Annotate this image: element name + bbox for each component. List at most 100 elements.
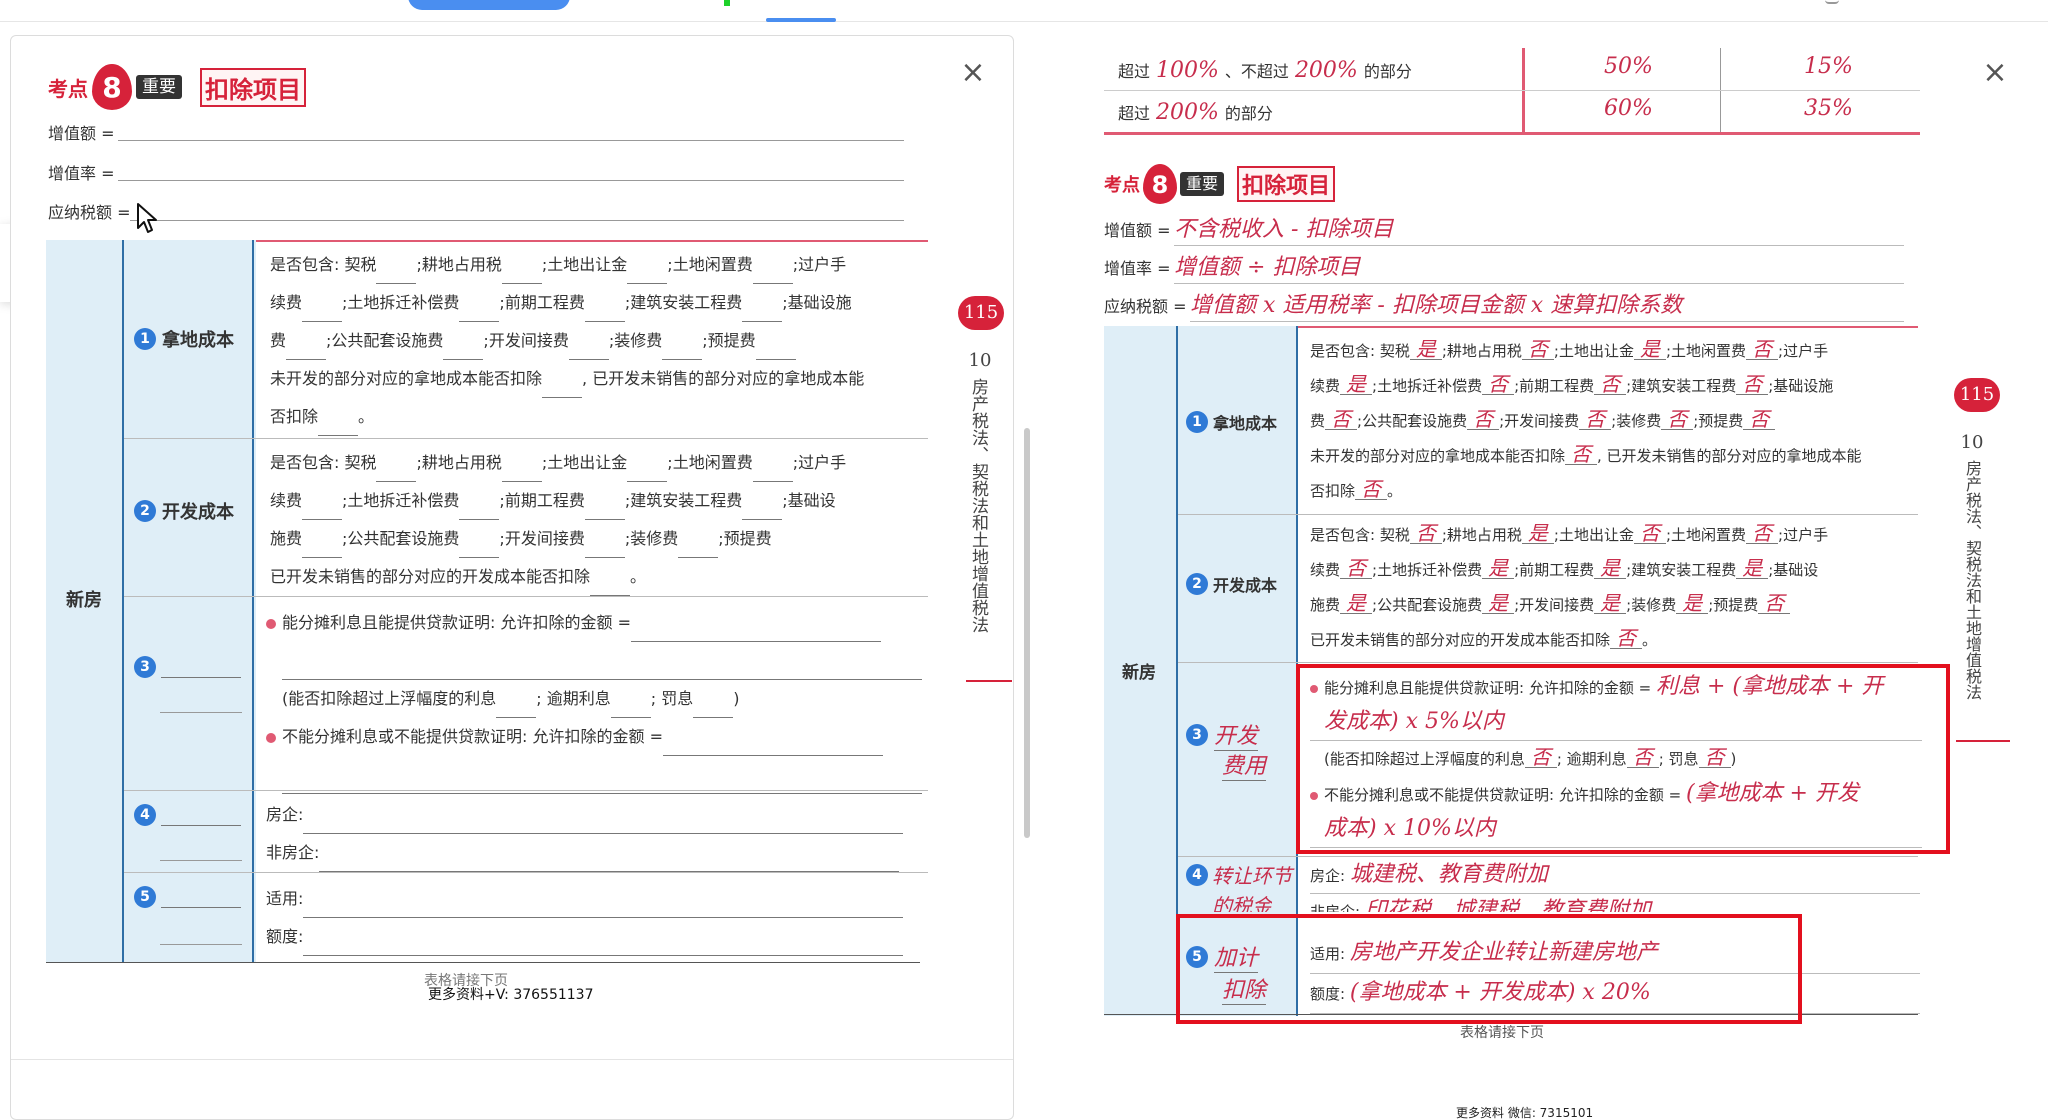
formula-rate-blank bbox=[118, 180, 904, 181]
row4-title-a: 转让环节 bbox=[1212, 864, 1292, 888]
chapter-title: 房产税法、契税法和土地增值税法 bbox=[1963, 460, 1982, 700]
table-vline-2 bbox=[252, 240, 254, 962]
row3-blank-2 bbox=[160, 712, 242, 713]
row2-heading: 2 开发成本 bbox=[134, 498, 234, 524]
row1-divider bbox=[124, 438, 928, 439]
row1-number: 1 bbox=[1186, 411, 1208, 433]
importance-badge: 重要 bbox=[136, 75, 182, 99]
rate-row-2-coef: 35% bbox=[1804, 96, 1853, 121]
rate-table-fragment: 超过 100% 、不超过 200% 的部分 50% 15% 超过 200% 的部… bbox=[1104, 48, 1920, 135]
row4-content-right: 房企: 城建税、教育费附加 非房企: 印花税、城建税、教育费附加 bbox=[1310, 858, 1920, 912]
kaodian-header: 考点 8 重要 扣除项目 bbox=[48, 62, 306, 112]
formulas-right: 增值额 = 不含税收入 - 扣除项目 增值率 = 增值额 ÷ 扣除项目 应纳税额… bbox=[1104, 208, 1904, 322]
row3-divider-right bbox=[1178, 856, 1918, 857]
row5-content: 适用: 额度: bbox=[266, 880, 926, 956]
highlight-box-dev-expense bbox=[1296, 664, 1950, 854]
kaodian-label: 考点 bbox=[48, 76, 88, 101]
row4-content: 房企: 非房企: bbox=[266, 796, 926, 872]
rate-row-1-coef: 15% bbox=[1804, 54, 1853, 79]
row3-content: 能分摊利息且能提供贷款证明: 允许扣除的金额 = (能否扣除超过上浮幅度的利息;… bbox=[266, 604, 926, 794]
chapter-title: 房产税法、契税法和土地增值税法 bbox=[968, 378, 988, 633]
row2-number: 2 bbox=[1186, 573, 1208, 595]
row3-number: 3 bbox=[1186, 723, 1208, 746]
watermark-text: 更多资料 微信: 7315101 bbox=[1456, 1106, 1594, 1120]
formula-rate-label: 增值率 = bbox=[48, 164, 115, 183]
row5-blank-2 bbox=[160, 944, 242, 945]
rate-vline-2 bbox=[1720, 48, 1721, 134]
category-label: 新房 bbox=[66, 590, 102, 611]
row1-title: 拿地成本 bbox=[1213, 414, 1278, 433]
row2-title: 开发成本 bbox=[1213, 576, 1278, 595]
search-icon[interactable] bbox=[1825, 0, 1839, 4]
table-vline-1 bbox=[122, 240, 124, 962]
rate-bottom-rule bbox=[1104, 132, 1920, 135]
row2-heading-right: 2 开发成本 bbox=[1186, 572, 1277, 596]
active-tab-indicator bbox=[766, 18, 836, 22]
page-number-badge: 115 bbox=[1954, 378, 2000, 412]
row4-heading-right: 4 转让环节 bbox=[1186, 860, 1292, 889]
panel-divider bbox=[11, 1059, 1013, 1060]
rate-vline-1 bbox=[1522, 48, 1525, 134]
formula-zengzhi-blank bbox=[118, 140, 904, 141]
row2-content: 是否包含: 契税 ;耕地占用税 ;土地出让金 ;土地闲置费 ;过户手 续费 ;土地拆迁补偿… bbox=[270, 444, 930, 596]
row3-number: 3 bbox=[134, 656, 156, 678]
row1-content-right: 是否包含: 契税是 ;耕地占用税否 ;土地出让金是 ;土地闲置费否 ;过户手 续费是 ;土… bbox=[1310, 337, 1862, 501]
chapter-number: 10 bbox=[968, 350, 992, 371]
rate-row-1-rate: 50% bbox=[1604, 54, 1653, 79]
row2-content-right: 是否包含: 契税否 ;耕地占用税是 ;土地出让金否 ;土地闲置费否 ;过户手 续费否 ;土… bbox=[1310, 521, 1829, 650]
row1-heading: 1 拿地成本 bbox=[134, 326, 234, 352]
rate-row-2-label: 超过 200% 的部分 bbox=[1118, 100, 1273, 125]
rate-row-2-rate: 60% bbox=[1604, 96, 1653, 121]
kaodian-number: 8 bbox=[1143, 164, 1177, 204]
table-vline-1-right bbox=[1176, 326, 1178, 1016]
watermark-text: 更多资料+V: 376551137 bbox=[428, 987, 594, 1003]
chapter-underline bbox=[966, 680, 1012, 682]
chapter-underline bbox=[1956, 740, 2010, 742]
scrollbar-thumb[interactable] bbox=[1024, 428, 1030, 838]
rate-hline bbox=[1104, 90, 1920, 91]
row4-number: 4 bbox=[134, 804, 156, 826]
row4-divider bbox=[124, 872, 928, 873]
row3-title-b: 费用 bbox=[1222, 748, 1267, 781]
rate-row-1-label: 超过 100% 、不超过 200% 的部分 bbox=[1118, 58, 1412, 83]
close-icon[interactable]: × bbox=[956, 56, 990, 90]
row2-divider-right bbox=[1178, 662, 1918, 663]
row3-divider bbox=[124, 790, 928, 791]
row2-title: 开发成本 bbox=[162, 502, 234, 523]
row4-blank-2 bbox=[160, 860, 242, 861]
row4-title-b: 的税金 bbox=[1212, 894, 1272, 912]
kaodian-number: 8 bbox=[92, 64, 132, 110]
chapter-number: 10 bbox=[1960, 432, 1984, 453]
top-toolbar bbox=[0, 0, 2048, 22]
row5-number: 5 bbox=[134, 886, 156, 908]
section-title: 扣除项目 bbox=[200, 67, 306, 107]
table-bottom-rule bbox=[46, 962, 920, 963]
formula-tax-label: 应纳税额 = bbox=[48, 203, 131, 222]
row4-number: 4 bbox=[1186, 863, 1208, 886]
row3-title-a: 开发 bbox=[1214, 718, 1259, 751]
row1-title: 拿地成本 bbox=[162, 330, 234, 351]
row5-heading: 5 bbox=[134, 886, 242, 908]
formula-tax-blank bbox=[130, 220, 904, 221]
row1-number: 1 bbox=[134, 328, 156, 350]
category-label: 新房 bbox=[1122, 663, 1156, 683]
highlight-box-extra-deduction bbox=[1176, 914, 1802, 1024]
row1-content: 是否包含: 契税 ;耕地占用税 ;土地出让金 ;土地闲置费 ;过户手 续费 ;土地拆迁补偿… bbox=[270, 246, 930, 436]
importance-badge: 重要 bbox=[1180, 172, 1225, 196]
page-number-badge: 115 bbox=[958, 296, 1004, 330]
row3-heading: 3 bbox=[134, 656, 242, 678]
kaodian-header-right: 考点 8 重要 扣除项目 bbox=[1104, 162, 1336, 206]
row4-heading: 4 bbox=[134, 804, 242, 826]
status-dot bbox=[724, 0, 730, 6]
mouse-cursor-icon bbox=[137, 203, 157, 233]
row3-heading-right: 3 开发 bbox=[1186, 718, 1259, 751]
kaodian-label: 考点 bbox=[1104, 175, 1140, 196]
close-icon[interactable]: × bbox=[1978, 56, 2012, 90]
formula-zengzhi-label: 增值额 = bbox=[48, 124, 115, 143]
row1-divider-right bbox=[1178, 514, 1918, 515]
section-title: 扣除项目 bbox=[1237, 166, 1336, 202]
row2-number: 2 bbox=[134, 500, 156, 522]
top-tab-pill[interactable] bbox=[408, 0, 570, 10]
row2-divider bbox=[124, 596, 928, 597]
row1-heading-right: 1 拿地成本 bbox=[1186, 410, 1277, 434]
